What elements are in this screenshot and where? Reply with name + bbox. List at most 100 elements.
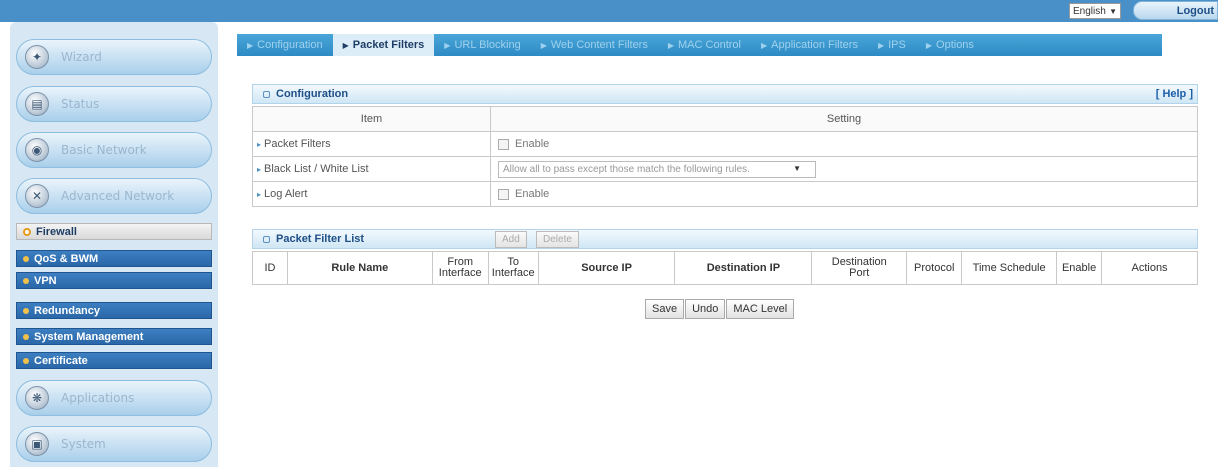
language-select[interactable]: English ▼ [1069,3,1121,19]
sidebar-button-label: Basic Network [61,143,147,157]
triangle-icon: ▸ [257,140,262,149]
log-alert-setting: Enable [490,181,1198,207]
chevron-down-icon: ▼ [1109,6,1117,16]
row-label-packet-filters: ▸ Packet Filters [252,131,491,157]
triangle-icon: ▸ [257,165,262,174]
sidebar-item-vpn[interactable]: VPN [16,272,212,289]
row-label: Black List / White List [264,163,369,175]
tab-mac-control[interactable]: ▶ MAC Control [658,34,751,56]
tab-bar: ▶ Configuration ▶ Packet Filters ▶ URL Bloc… [237,34,1162,56]
add-button[interactable]: Add [495,231,527,248]
play-arrow-icon: ▶ [247,40,254,50]
tab-ips[interactable]: ▶ IPS [868,34,916,56]
sidebar-button-label: System [61,437,106,451]
play-arrow-icon: ▶ [444,40,451,50]
col-id-header: ID [252,251,288,285]
save-button[interactable]: Save [645,299,685,319]
system-icon: ▣ [25,432,49,456]
col-destination-ip-header: Destination IP [674,251,813,285]
col-setting-header: Setting [490,106,1198,132]
col-protocol-header: Protocol [906,251,963,285]
tab-label: IPS [888,39,906,51]
table-row: ▸ Packet Filters Enable [252,131,1198,157]
tab-configuration[interactable]: ▶ Configuration [237,34,333,56]
sidebar-item-qos-bwm[interactable]: QoS & BWM [16,250,212,267]
tools-icon: ✕ [25,184,49,208]
row-label: Log Alert [264,188,308,200]
tab-label: MAC Control [678,39,741,51]
delete-button[interactable]: Delete [536,231,579,248]
checkbox-label: Enable [515,188,550,200]
packet-filters-enable-checkbox[interactable] [498,138,509,150]
bullet-icon [23,357,29,364]
select-value: Allow all to pass except those match the… [503,163,750,175]
applications-icon: ❋ [25,386,49,410]
sidebar-item-label: QoS & BWM [34,252,99,265]
chevron-down-icon: ▼ [793,163,801,173]
log-alert-enable-checkbox[interactable] [498,188,509,200]
sidebar-button-system[interactable]: ▣ System [16,426,212,462]
col-actions-header: Actions [1101,251,1198,285]
col-rule-name-header: Rule Name [286,251,433,285]
col-item-header: Item [252,106,491,132]
col-time-schedule-header: Time Schedule [961,251,1058,285]
table-header-row: ID Rule Name From Interface To Interface S… [252,251,1198,285]
play-arrow-icon: ▶ [342,40,349,50]
logout-button[interactable]: Logout [1133,1,1218,20]
status-icon: ▤ [25,92,49,116]
table-row: ▸ Log Alert Enable [252,181,1198,207]
bullet-icon [23,333,29,340]
packet-filter-list-title: Packet Filter List [276,233,365,245]
col-source-ip-header: Source IP [537,251,676,285]
language-value: English [1073,5,1106,17]
black-white-list-select[interactable]: Allow all to pass except those match the… [498,160,816,178]
header-line: Interface [491,267,535,279]
sidebar-button-advanced-network[interactable]: ✕ Advanced Network [16,178,212,214]
sidebar-button-basic-network[interactable]: ◉ Basic Network [16,132,212,168]
sidebar-item-firewall[interactable]: Firewall [16,223,212,240]
triangle-icon: ▸ [257,190,262,199]
col-enable-header: Enable [1056,251,1103,285]
tab-label: URL Blocking [454,39,521,51]
sidebar-button-label: Wizard [61,50,102,64]
col-from-interface-header: From Interface [431,251,489,285]
packet-filter-list-header: Packet Filter List Add Delete [252,229,1198,249]
bullet-icon [23,227,31,236]
undo-button[interactable]: Undo [685,299,726,319]
sidebar-button-wizard[interactable]: ✦ Wizard [16,39,212,75]
globe-icon: ◉ [25,138,49,162]
mac-level-button[interactable]: MAC Level [726,299,795,319]
table-row: ▸ Black List / White List Allow all to pa… [252,156,1198,182]
sidebar-button-label: Advanced Network [61,189,175,203]
help-link[interactable]: [ Help ] [1156,88,1193,100]
table-header-row: Item Setting [252,106,1198,132]
tab-packet-filters[interactable]: ▶ Packet Filters [332,34,435,56]
col-destination-port-header: Destination Port [811,251,908,285]
configuration-table: Item Setting ▸ Packet Filters Enable ▸ Bla… [252,106,1198,207]
tab-options[interactable]: ▶ Options [916,34,984,56]
tab-url-blocking[interactable]: ▶ URL Blocking [434,34,530,56]
play-arrow-icon: ▶ [760,40,768,50]
header-line: Port [849,267,870,279]
top-bar [0,0,1218,22]
sidebar-item-label: VPN [34,274,57,287]
row-label-black-white-list: ▸ Black List / White List [252,156,491,182]
sidebar-item-label: System Management [34,330,144,343]
footer-buttons: Save Undo MAC Level [645,299,795,319]
play-arrow-icon: ▶ [925,40,933,50]
tab-web-content-filters[interactable]: ▶ Web Content Filters [531,34,658,56]
sidebar-item-label: Certificate [34,354,88,367]
sidebar: ✦ Wizard ▤ Status ◉ Basic Network ✕ Adva… [10,22,218,467]
wand-icon: ✦ [25,45,49,69]
play-arrow-icon: ▶ [667,40,675,50]
row-label: Packet Filters [264,138,331,150]
sidebar-item-certificate[interactable]: Certificate [16,352,212,369]
tab-label: Configuration [257,39,323,51]
sidebar-item-system-management[interactable]: System Management [16,328,212,345]
sidebar-button-status[interactable]: ▤ Status [16,86,212,122]
tab-application-filters[interactable]: ▶ Application Filters [751,34,868,56]
sidebar-button-applications[interactable]: ❋ Applications [16,380,212,416]
play-arrow-icon: ▶ [540,40,547,50]
sidebar-item-label: Firewall [36,225,77,238]
sidebar-item-redundancy[interactable]: Redundancy [16,302,212,319]
